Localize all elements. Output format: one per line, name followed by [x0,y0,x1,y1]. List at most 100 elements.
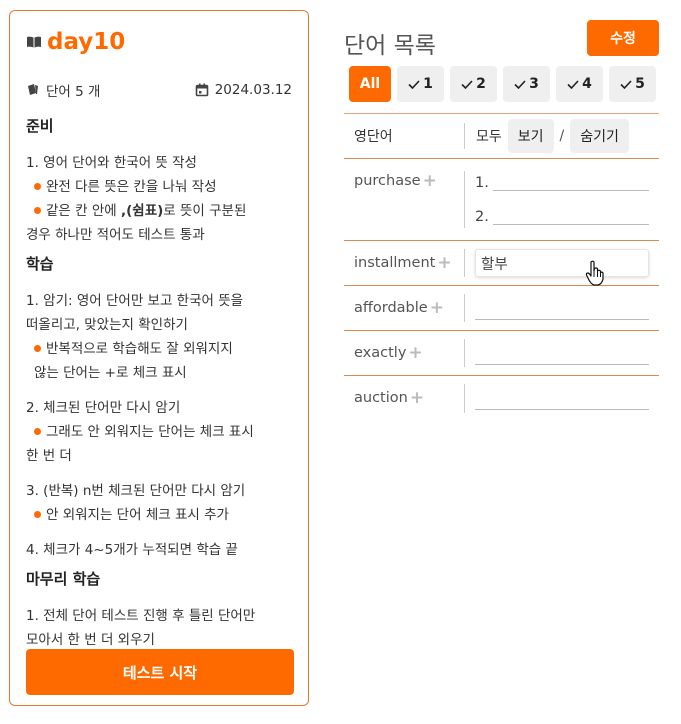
check-icon [567,79,579,89]
filter-check-2-button[interactable]: 2 [450,66,497,102]
column-divider [464,123,465,149]
study-step-3-bullet: 안 외워지는 단어 체크 표시 추가 [26,503,296,527]
meaning-line[interactable]: 1. [475,161,649,191]
bullet-dot [34,510,41,518]
cards-icon [28,84,38,95]
table-row: installment + 할부 [344,241,659,286]
meaning-cell [475,388,649,410]
separator: / [559,128,565,144]
study-step-1-bullet-line2: 않는 단어는 +로 체크 표시 [34,365,187,381]
study-step-2-bullet-line2: 한 번 더 [26,448,72,464]
word-cell: exactly + [354,343,423,363]
prep-bullet-2-comma: ,(쉼표) [120,203,164,219]
filter-check-5-label: 5 [635,76,645,92]
meaning-input[interactable] [493,203,649,225]
filter-check-4-label: 4 [582,76,592,92]
hide-all-button[interactable]: 숨기기 [570,119,629,153]
column-header-meaning: 모두 보기 / 숨기기 [464,119,629,153]
hand-pointer-icon [585,260,604,286]
column-divider [464,171,465,228]
plus-icon[interactable]: + [437,253,451,273]
prep-bullet-1: 완전 다른 뜻은 칸을 나눠 작성 [26,175,296,199]
book-icon [27,36,41,48]
prep-bullet-2-text-c: 로 뜻이 구분된 [163,203,247,219]
plus-icon[interactable]: + [423,171,437,191]
meaning-all-label: 모두 [476,129,502,145]
card-meta: 단어 5 개 2024.03.12 [26,80,292,100]
date-text: 2024.03.12 [214,82,292,98]
date: 2024.03.12 [195,82,292,98]
column-divider [464,294,465,322]
filter-check-5-button[interactable]: 5 [609,66,656,102]
meaning-cell [475,343,649,365]
bullet-dot [34,427,41,435]
filter-check-4-button[interactable]: 4 [556,66,603,102]
section-title-prep: 준비 [26,117,54,135]
study-step-1-bullet-text: 반복적으로 학습해도 잘 외워지지 [46,341,233,357]
study-step-4: 4. 체크가 4~5개가 누적되면 학습 끝 [26,542,238,558]
word-text: affordable [354,300,428,316]
prep-bullet-2: 같은 칸 안에 ,(쉼표)로 뜻이 구분된 [26,199,296,223]
meaning-cell: 할부 [475,249,649,277]
meaning-cell: 1. 2. [475,161,649,225]
edit-button[interactable]: 수정 [587,20,659,56]
bullet-dot [34,344,41,352]
filter-check-1-label: 1 [423,76,433,92]
study-step-1-line1: 1. 암기: 영어 단어만 보고 한국어 뜻을 [26,293,244,309]
table-row: exactly + [344,331,659,376]
meaning-input[interactable] [475,343,649,365]
section-title-study: 학습 [26,255,54,273]
meaning-line[interactable]: 2. [475,195,649,225]
meaning-number: 1. [475,175,489,191]
filter-all-button[interactable]: All [349,66,391,102]
study-guide: 준비 1. 영어 단어와 한국어 뜻 작성 완전 다른 뜻은 칸을 나눠 작성 … [26,115,296,652]
check-filter-bar: All 1 2 3 4 5 [349,66,656,102]
plus-icon[interactable]: + [408,343,422,363]
bullet-dot [34,206,41,214]
prep-bullet-1-text: 완전 다른 뜻은 칸을 나눠 작성 [46,179,217,195]
calendar-icon [195,83,209,97]
bullet-dot [34,182,41,190]
card-header: day10 [26,27,125,57]
word-cell: purchase + [354,171,437,191]
check-icon [514,79,526,89]
meaning-input[interactable] [493,169,649,191]
plus-icon[interactable]: + [410,388,424,408]
column-header-word: 영단어 [354,129,393,145]
meaning-input[interactable] [475,298,649,320]
study-step-3-bullet-text: 안 외워지는 단어 체크 표시 추가 [46,507,229,523]
meaning-cell [475,298,649,320]
plus-icon[interactable]: + [430,298,444,318]
study-step-1-line2: 떠올리고, 맞았는지 확인하기 [26,317,188,333]
word-table: 영단어 모두 보기 / 숨기기 purchase + 1. 2. install… [344,113,659,421]
table-row: purchase + 1. 2. [344,159,659,241]
prep-bullet-2-line2: 경우 하나만 적어도 테스트 통과 [26,227,205,243]
word-count: 단어 5 개 [26,80,100,100]
check-icon [461,79,473,89]
section-title-wrapup: 마무리 학습 [26,570,101,588]
study-step-2: 2. 체크된 단어만 다시 암기 [26,400,181,416]
column-divider [464,384,465,413]
check-icon [620,79,632,89]
study-step-2-bullet-text: 그래도 안 외워지는 단어는 체크 표시 [46,424,254,440]
check-icon [408,79,420,89]
study-step-3: 3. (반복) n번 체크된 단어만 다시 암기 [26,483,246,499]
table-row: affordable + [344,286,659,331]
show-all-button[interactable]: 보기 [507,119,554,153]
prep-step-1: 1. 영어 단어와 한국어 뜻 작성 [26,155,197,171]
study-step-2-bullet: 그래도 안 외워지는 단어는 체크 표시 [26,420,296,444]
meaning-input[interactable] [475,388,649,410]
table-header: 영단어 모두 보기 / 숨기기 [344,113,659,159]
column-divider [464,249,465,277]
meaning-answer-box[interactable]: 할부 [475,249,649,277]
meaning-number: 2. [475,209,489,225]
word-count-text: 단어 5 개 [46,84,101,100]
table-row: auction + [344,376,659,421]
filter-check-1-button[interactable]: 1 [397,66,444,102]
start-test-button[interactable]: 테스트 시작 [26,649,294,695]
filter-check-3-button[interactable]: 3 [503,66,550,102]
word-text: auction [354,390,408,406]
word-cell: affordable + [354,298,444,318]
card-title: day10 [47,29,126,55]
prep-bullet-2-text-a: 같은 칸 안에 [46,203,121,219]
